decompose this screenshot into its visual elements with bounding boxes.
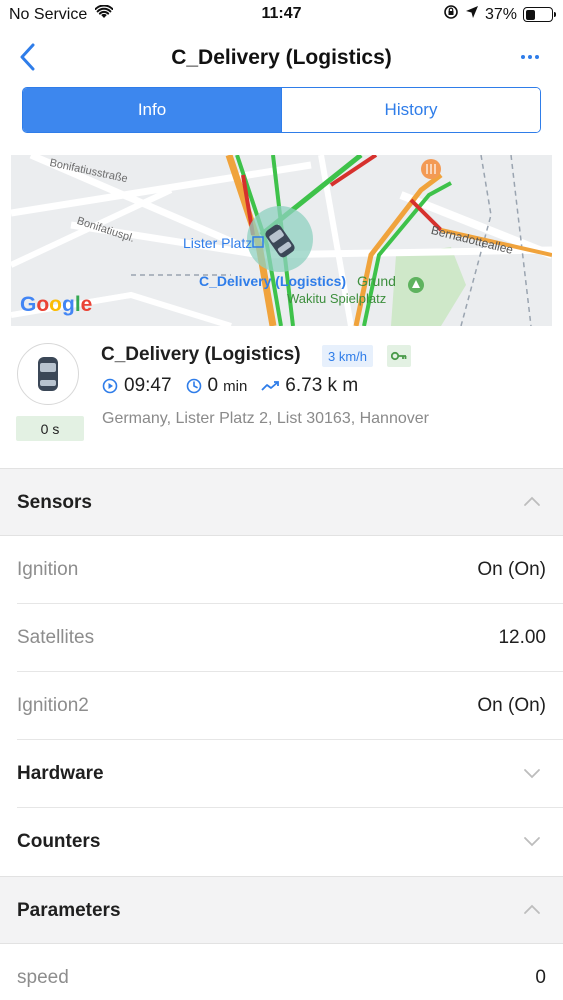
unit-name: C_Delivery (Logistics) bbox=[101, 344, 301, 365]
sensor-row-ignition: Ignition On (On) bbox=[0, 536, 563, 604]
section-hardware-label: Hardware bbox=[17, 763, 104, 784]
parameter-key: speed bbox=[17, 967, 69, 988]
nav-bar: C_Delivery (Logistics) bbox=[0, 34, 563, 82]
sensor-value: On (On) bbox=[477, 559, 546, 580]
unit-address: Germany, Lister Platz 2, List 30163, Han… bbox=[102, 410, 429, 427]
car-icon bbox=[38, 357, 58, 391]
chevron-up-icon bbox=[524, 496, 540, 506]
map-place-label: Lister Platz bbox=[183, 235, 253, 251]
status-bar: No Service 11:47 37% bbox=[0, 0, 563, 30]
sensor-key: Ignition2 bbox=[17, 695, 89, 716]
sensor-row-satellites: Satellites 12.00 bbox=[0, 604, 563, 672]
page-title: C_Delivery (Logistics) bbox=[171, 46, 392, 69]
stat-time: 09:47 bbox=[102, 375, 172, 397]
play-circle-icon bbox=[102, 378, 118, 394]
key-icon bbox=[391, 351, 407, 361]
map-unit-label: C_Delivery (Logistics) bbox=[199, 273, 347, 289]
section-counters[interactable]: Counters bbox=[0, 808, 563, 876]
ignition-key-badge bbox=[387, 345, 411, 367]
svg-text:Google: Google bbox=[20, 293, 92, 316]
sensor-key: Satellites bbox=[17, 627, 95, 648]
location-arrow-icon bbox=[465, 5, 479, 24]
section-sensors-label: Sensors bbox=[17, 492, 92, 513]
section-hardware[interactable]: Hardware bbox=[0, 740, 563, 808]
battery-percent: 37% bbox=[484, 5, 517, 23]
stat-distance: 6.73 k m bbox=[261, 375, 358, 397]
rotation-lock-icon bbox=[443, 4, 459, 25]
battery-icon bbox=[523, 7, 556, 22]
more-button[interactable] bbox=[517, 44, 543, 70]
more-dot-icon bbox=[535, 55, 539, 59]
tab-history[interactable]: History bbox=[281, 88, 540, 132]
speed-badge: 3 km/h bbox=[322, 345, 374, 367]
last-update-badge: 0 s bbox=[16, 416, 84, 441]
trend-icon bbox=[261, 380, 280, 392]
sensor-key: Ignition bbox=[17, 559, 79, 580]
more-dot-icon bbox=[521, 55, 525, 59]
stat-distance-value: 6.73 k m bbox=[285, 375, 359, 396]
stat-duration-unit: min bbox=[223, 377, 248, 395]
stats-row: 09:47 0 min 6.73 k m bbox=[102, 375, 372, 397]
chevron-down-icon bbox=[524, 769, 540, 779]
parameter-row-speed: speed 0 bbox=[0, 944, 563, 1000]
parameter-value: 0 bbox=[535, 967, 546, 988]
unit-info[interactable]: 0 s C_Delivery (Logistics) 3 km/h 09:47 bbox=[0, 326, 563, 468]
section-sensors[interactable]: Sensors bbox=[0, 468, 563, 536]
battery-level bbox=[525, 9, 535, 20]
status-right: 37% bbox=[443, 4, 556, 25]
stat-duration: 0 min bbox=[186, 375, 248, 397]
sensor-row-ignition2: Ignition2 On (On) bbox=[0, 672, 563, 740]
unit-avatar bbox=[17, 343, 79, 405]
clock-icon bbox=[186, 378, 202, 394]
tab-switcher: Info History bbox=[22, 87, 541, 133]
chevron-down-icon bbox=[524, 837, 540, 847]
map-place-label: Wakitu Spielplatz bbox=[287, 291, 387, 306]
tab-info[interactable]: Info bbox=[23, 88, 281, 132]
more-dot-icon bbox=[528, 55, 532, 59]
chevron-up-icon bbox=[524, 904, 540, 914]
section-parameters[interactable]: Parameters bbox=[0, 876, 563, 944]
sensor-value: On (On) bbox=[477, 695, 546, 716]
map-place-label: Grund bbox=[357, 273, 396, 289]
section-parameters-label: Parameters bbox=[17, 900, 121, 921]
map-view[interactable]: Google Bonifatiusstraße Bonifatiuspl. Be… bbox=[11, 155, 552, 326]
stat-duration-value: 0 bbox=[207, 375, 219, 396]
section-counters-label: Counters bbox=[17, 831, 101, 852]
sensor-value: 12.00 bbox=[498, 627, 546, 648]
stat-time-value: 09:47 bbox=[124, 375, 172, 396]
